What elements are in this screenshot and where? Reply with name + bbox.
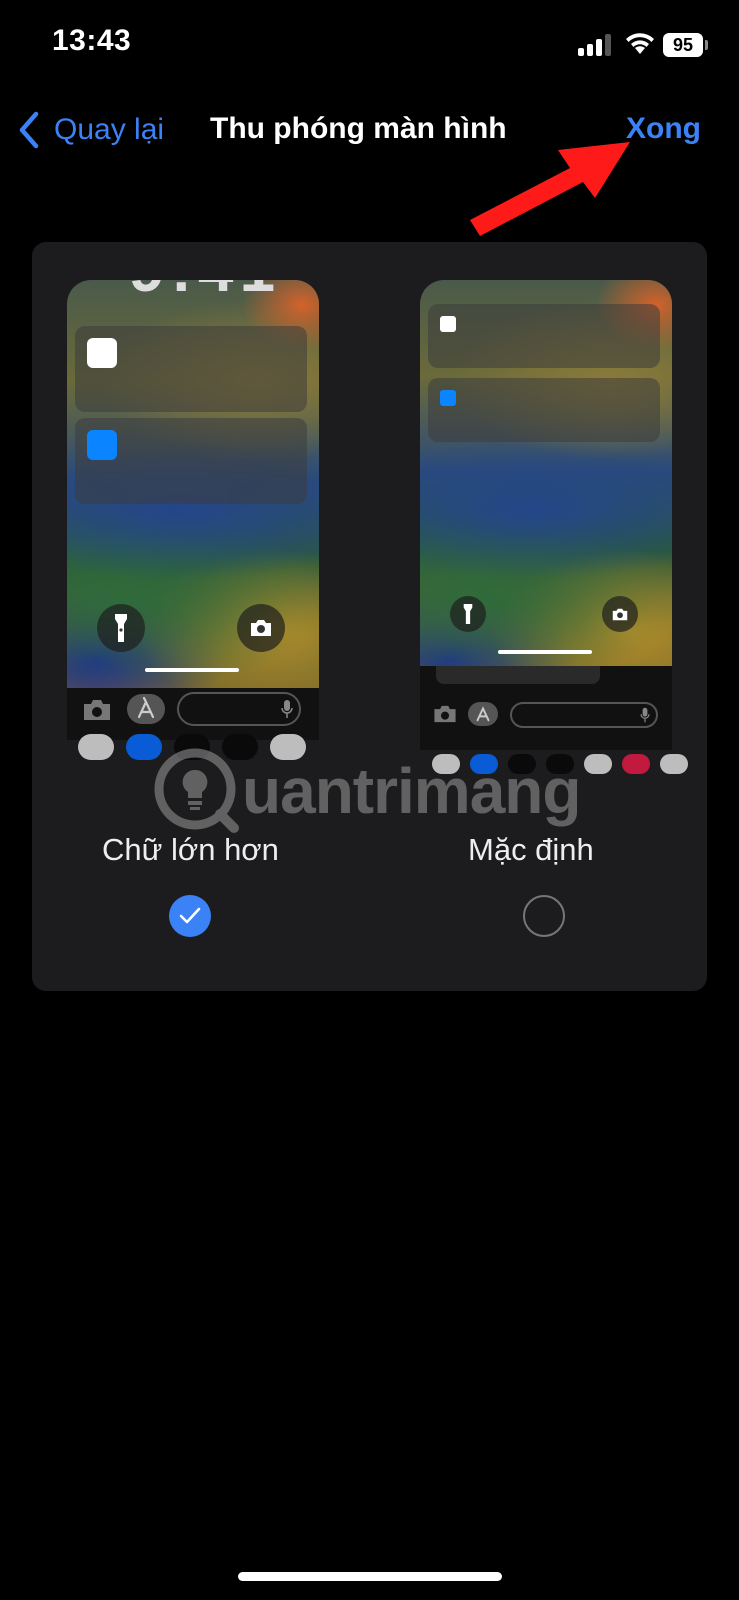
preview-default[interactable]	[420, 280, 672, 750]
status-time: 13:43	[52, 24, 132, 57]
back-label: Quay lại	[54, 113, 165, 146]
messages-bar	[67, 688, 319, 740]
flashlight-icon	[115, 614, 127, 642]
camera-button	[237, 604, 285, 652]
app-store-button	[127, 694, 165, 724]
zoom-options-card: 9:41	[32, 242, 707, 991]
color-swatch	[622, 754, 650, 774]
microphone-icon	[281, 700, 293, 718]
app-icon	[440, 316, 456, 332]
camera-icon	[612, 608, 628, 620]
battery-tip	[705, 40, 708, 50]
camera-icon	[84, 700, 110, 720]
option-label-default: Mặc định	[468, 832, 594, 867]
checkmark-icon	[179, 907, 201, 924]
color-swatch	[126, 734, 162, 760]
camera-button	[602, 596, 638, 632]
home-indicator	[498, 650, 592, 654]
app-store-icon	[137, 696, 155, 719]
microphone-icon	[640, 707, 650, 723]
flashlight-button	[450, 596, 486, 632]
app-icon	[87, 338, 117, 368]
color-swatch	[584, 754, 612, 774]
color-swatch	[174, 734, 210, 760]
color-swatch	[432, 754, 460, 774]
notification-card	[428, 378, 660, 442]
back-button[interactable]: Quay lại	[18, 108, 164, 152]
notification-card	[75, 418, 307, 504]
message-field	[177, 692, 301, 726]
notification-card	[428, 304, 660, 368]
annotation-arrow-icon	[470, 142, 630, 236]
radio-larger-text[interactable]	[169, 895, 211, 937]
messages-bar	[420, 666, 672, 750]
color-swatch	[508, 754, 536, 774]
home-indicator-bar	[238, 1572, 502, 1581]
app-icon	[87, 430, 117, 460]
notification-card	[75, 326, 307, 412]
flashlight-icon	[463, 604, 473, 624]
preview-clock: 9:41	[129, 280, 281, 306]
radio-default[interactable]	[523, 895, 565, 937]
color-swatch	[222, 734, 258, 760]
option-label-larger-text: Chữ lớn hơn	[102, 832, 279, 867]
camera-icon	[434, 705, 456, 723]
wifi-icon	[626, 33, 654, 54]
app-store-icon	[476, 706, 490, 722]
home-indicator	[145, 668, 239, 672]
color-swatch	[78, 734, 114, 760]
color-swatch	[660, 754, 688, 774]
battery-icon: 95	[663, 33, 703, 57]
app-icon	[440, 390, 456, 406]
preview-larger-text[interactable]: 9:41	[67, 280, 319, 740]
color-swatch	[270, 734, 306, 760]
message-field	[510, 702, 658, 728]
page-title: Thu phóng màn hình	[210, 112, 507, 145]
message-bubble	[436, 666, 600, 684]
chevron-left-icon	[19, 111, 39, 149]
camera-icon	[251, 620, 271, 636]
status-bar: 13:43 95	[0, 0, 739, 90]
signal-icon	[578, 34, 614, 56]
app-store-button	[468, 702, 498, 726]
color-swatch	[546, 754, 574, 774]
flashlight-button	[97, 604, 145, 652]
color-swatch	[470, 754, 498, 774]
